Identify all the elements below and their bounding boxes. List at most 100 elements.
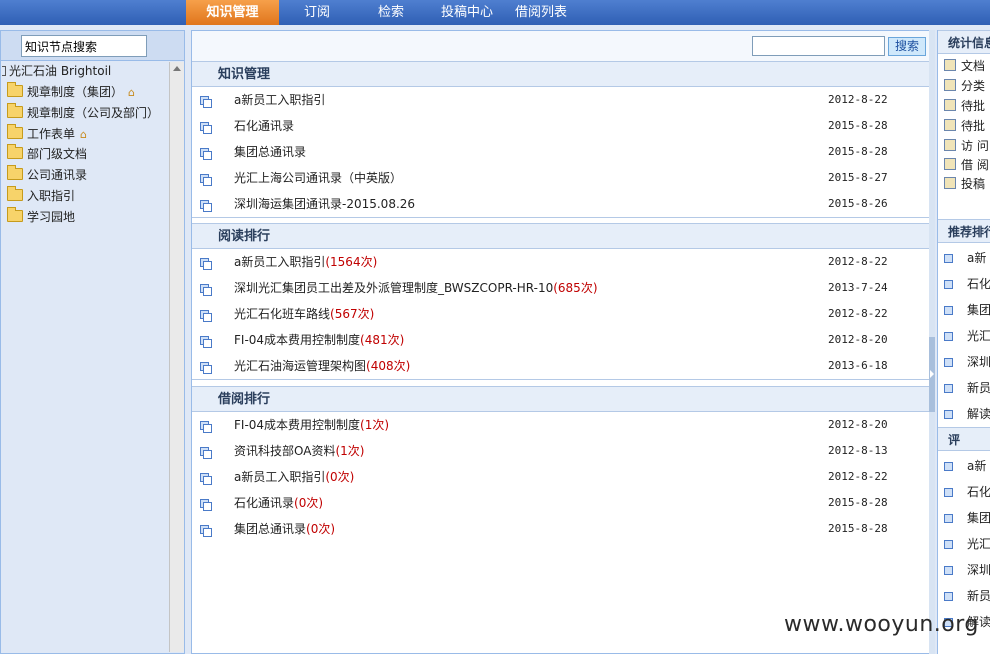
recommend-label[interactable]: 深圳: [967, 355, 990, 369]
recommend-label[interactable]: 解读: [967, 407, 990, 421]
item-title[interactable]: a新员工入职指引: [234, 93, 325, 107]
list-item[interactable]: 石化通讯录(0次) 2015-8-28: [192, 490, 930, 516]
item-title[interactable]: 光汇上海公司通讯录（中英版）: [234, 171, 402, 185]
document-icon: [944, 514, 953, 523]
comment-item[interactable]: 新员: [944, 583, 990, 609]
tab-knowledge-management[interactable]: 知识管理: [186, 0, 279, 25]
tab-subscribe[interactable]: 订阅: [279, 0, 355, 25]
document-icon: [200, 174, 212, 186]
list-item[interactable]: 深圳光汇集团员工出差及外派管理制度_BWSZCOPR-HR-10(685次) 20…: [192, 275, 930, 301]
tree-item-rules-group[interactable]: 规章制度（集团） ⌂: [7, 82, 135, 102]
document-stat-icon: [944, 59, 956, 71]
list-item[interactable]: a新员工入职指引(0次) 2012-8-22: [192, 464, 930, 490]
item-date: 2015-8-28: [828, 119, 888, 132]
main-content: 搜索 知识管理 a新员工入职指引 2012-8-22 石化通讯录 2015-8-28…: [191, 30, 931, 654]
list-item[interactable]: 集团总通讯录(0次) 2015-8-28: [192, 516, 930, 542]
comment-label[interactable]: 深圳: [967, 563, 990, 577]
document-icon: [200, 473, 212, 485]
recommend-item[interactable]: 深圳: [944, 349, 990, 375]
section-list: FI-04成本费用控制制度(1次) 2012-8-20 资讯科技部OA资料(1次)…: [192, 412, 930, 542]
tree-item-label: 规章制度（集团）: [27, 85, 124, 99]
item-title[interactable]: 深圳光汇集团员工出差及外派管理制度_BWSZCOPR-HR-10: [234, 281, 553, 295]
folder-icon: [7, 144, 23, 159]
comment-item[interactable]: 集团: [944, 505, 990, 531]
item-title[interactable]: 集团总通讯录: [234, 145, 306, 159]
section-knowledge-management: 知识管理 a新员工入职指引 2012-8-22 石化通讯录 2015-8-28 集团…: [192, 61, 930, 218]
comment-item[interactable]: a新: [944, 453, 986, 479]
home-icon: ⌂: [128, 86, 135, 99]
search-button[interactable]: 搜索: [888, 37, 926, 56]
comment-label[interactable]: 光汇: [967, 537, 990, 551]
tree-item-learning[interactable]: 学习园地: [7, 207, 75, 227]
tab-search[interactable]: 检索: [355, 0, 427, 25]
panel-splitter-handle[interactable]: [929, 337, 935, 412]
item-title[interactable]: 石化通讯录: [234, 119, 294, 133]
list-item[interactable]: 深圳海运集团通讯录-2015.08.26 2015-8-26: [192, 191, 930, 217]
item-title[interactable]: FI-04成本费用控制制度: [234, 333, 360, 347]
recommend-label[interactable]: 新员: [967, 381, 990, 395]
list-item[interactable]: 光汇上海公司通讯录（中英版） 2015-8-27: [192, 165, 930, 191]
item-title[interactable]: FI-04成本费用控制制度: [234, 418, 360, 432]
tree-item-rules-company[interactable]: 规章制度（公司及部门）: [7, 103, 159, 123]
recommend-label[interactable]: a新: [967, 251, 986, 265]
item-title[interactable]: 石化通讯录: [234, 496, 294, 510]
recommend-item[interactable]: 集团: [944, 297, 990, 323]
tab-submission-center[interactable]: 投稿中心: [427, 0, 507, 25]
tree-item-work-forms[interactable]: 工作表单 ⌂: [7, 124, 87, 144]
recommend-item[interactable]: a新: [944, 245, 986, 271]
tree-root-node[interactable]: 光汇石油 Brightoil: [2, 62, 111, 80]
list-item[interactable]: a新员工入职指引 2012-8-22: [192, 87, 930, 113]
section-title: 借阅排行: [192, 386, 930, 412]
list-item[interactable]: 集团总通讯录 2015-8-28: [192, 139, 930, 165]
item-title[interactable]: 光汇石油海运管理架构图: [234, 359, 366, 373]
item-title[interactable]: a新员工入职指引: [234, 255, 325, 269]
tree-scrollbar[interactable]: [169, 62, 184, 652]
list-item[interactable]: FI-04成本费用控制制度(1次) 2012-8-20: [192, 412, 930, 438]
item-title[interactable]: a新员工入职指引: [234, 470, 325, 484]
folder-icon: [7, 186, 23, 201]
stat-categories: 分类: [944, 76, 985, 96]
recommend-label[interactable]: 石化: [967, 277, 990, 291]
tree-collapse-icon[interactable]: [2, 66, 6, 76]
tree-item-company-directory[interactable]: 公司通讯录: [7, 165, 87, 185]
recommend-label[interactable]: 集团: [967, 303, 990, 317]
list-item[interactable]: 资讯科技部OA资料(1次) 2012-8-13: [192, 438, 930, 464]
main-search-input[interactable]: [752, 36, 885, 56]
recommend-item[interactable]: 解读: [944, 401, 990, 427]
item-title[interactable]: 资讯科技部OA资料: [234, 444, 335, 458]
comment-label[interactable]: a新: [967, 459, 986, 473]
tree-node-search-input[interactable]: [21, 35, 147, 57]
item-title[interactable]: 光汇石化班车路线: [234, 307, 330, 321]
comment-item[interactable]: 光汇: [944, 531, 990, 557]
tree-item-onboarding[interactable]: 入职指引: [7, 186, 75, 206]
folder-icon: [7, 165, 23, 180]
stat-contributors: 投稿: [944, 174, 985, 194]
document-icon: [944, 566, 953, 575]
recommend-title: 推荐排行: [938, 219, 990, 243]
comment-label[interactable]: 新员: [967, 589, 990, 603]
visitors-icon: [944, 139, 956, 151]
list-item[interactable]: 光汇石化班车路线(567次) 2012-8-22: [192, 301, 930, 327]
recommend-item[interactable]: 石化: [944, 271, 990, 297]
item-title[interactable]: 集团总通讯录: [234, 522, 306, 536]
watermark: www.wooyun.org: [784, 612, 979, 637]
scroll-up-icon[interactable]: [173, 66, 181, 71]
recommend-item[interactable]: 新员: [944, 375, 990, 401]
stat-borrows: 借 阅: [944, 155, 989, 175]
list-item[interactable]: 光汇石油海运管理架构图(408次) 2013-6-18: [192, 353, 930, 379]
tree-item-label: 规章制度（公司及部门）: [27, 106, 160, 120]
comment-item[interactable]: 深圳: [944, 557, 990, 583]
list-item[interactable]: a新员工入职指引(1564次) 2012-8-22: [192, 249, 930, 275]
comment-item[interactable]: 石化: [944, 479, 990, 505]
tab-borrow-list[interactable]: 借阅列表: [507, 0, 575, 25]
stat-label: 分类: [961, 79, 986, 93]
recommend-label[interactable]: 光汇: [967, 329, 990, 343]
list-item[interactable]: 石化通讯录 2015-8-28: [192, 113, 930, 139]
comment-title: 评: [938, 427, 990, 451]
tree-item-department-docs[interactable]: 部门级文档: [7, 144, 87, 164]
comment-label[interactable]: 石化: [967, 485, 990, 499]
recommend-item[interactable]: 光汇: [944, 323, 990, 349]
list-item[interactable]: FI-04成本费用控制制度(481次) 2012-8-20: [192, 327, 930, 353]
item-title[interactable]: 深圳海运集团通讯录-2015.08.26: [234, 197, 415, 211]
comment-label[interactable]: 集团: [967, 511, 990, 525]
